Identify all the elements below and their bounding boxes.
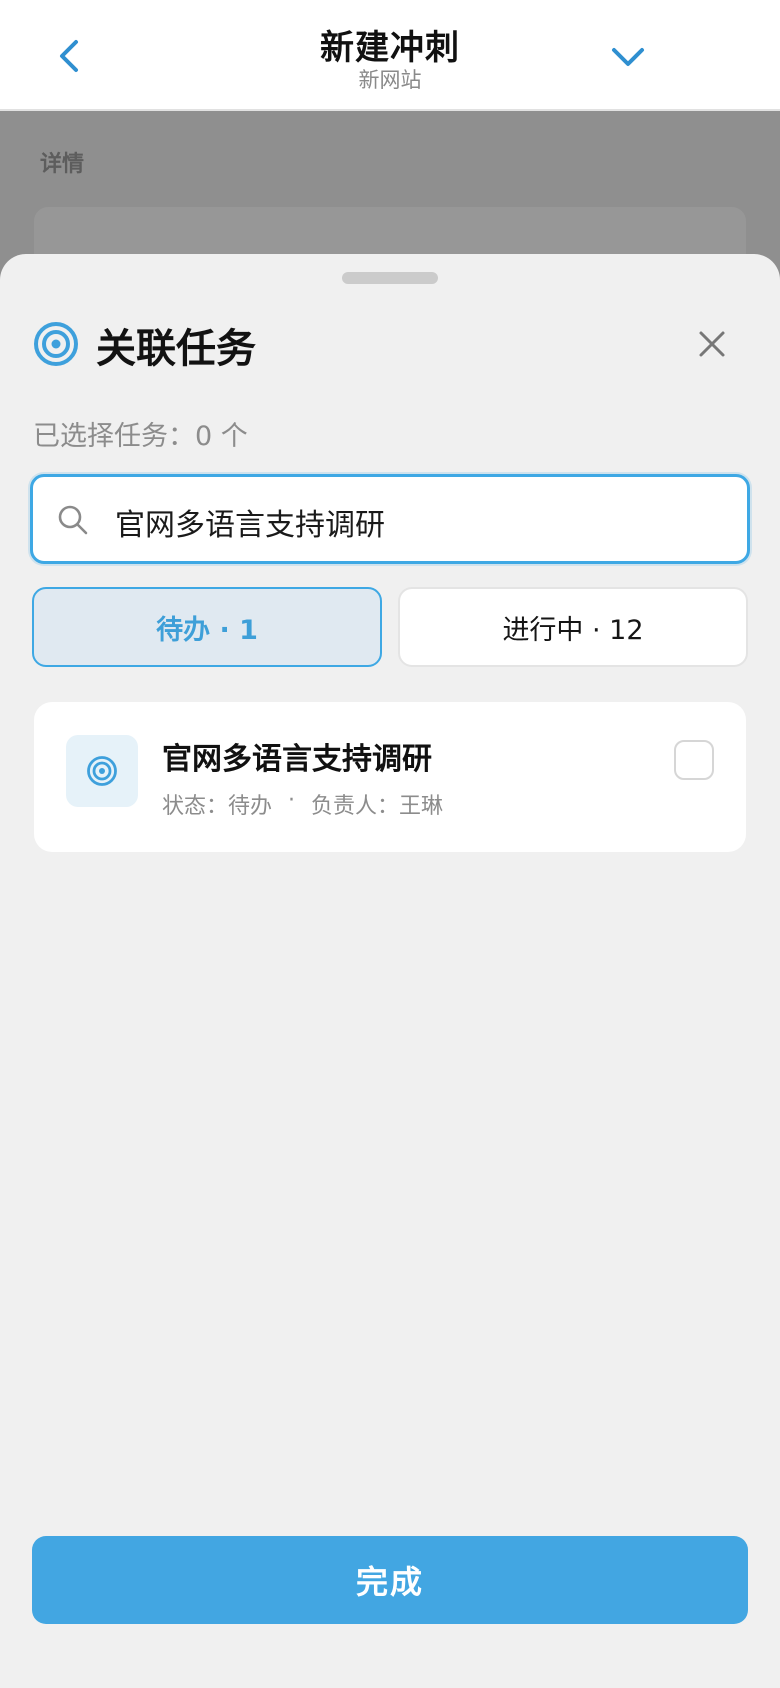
target-icon (34, 322, 78, 366)
top-nav-bar: 新建冲刺 新网站 (0, 0, 780, 111)
selected-count-text: 已选择任务：0 个 (33, 421, 248, 452)
tab-in-progress[interactable]: 进行中 · 12 (398, 587, 748, 667)
search-input[interactable]: 官网多语言支持调研 (30, 474, 750, 564)
search-input-value[interactable]: 官网多语言支持调研 (115, 500, 385, 544)
task-meta-separator: · (288, 788, 296, 813)
task-meta: 状态：待办 · 负责人：王琳 (162, 788, 443, 820)
close-icon[interactable] (696, 328, 728, 360)
sheet-drag-handle[interactable] (342, 272, 438, 284)
sheet-title: 关联任务 (96, 326, 256, 372)
link-task-sheet: 关联任务 已选择任务：0 个 官网多语言支持调研 待办 · 1 进行中 · 12 (0, 254, 780, 1688)
page-title: 新建冲刺 (320, 28, 460, 68)
chevron-down-icon[interactable] (608, 38, 648, 78)
task-list-item[interactable]: 官网多语言支持调研 状态：待办 · 负责人：王琳 (34, 702, 746, 852)
done-button[interactable]: 完成 (32, 1536, 748, 1624)
tab-todo[interactable]: 待办 · 1 (32, 587, 382, 667)
page-subtitle: 新网站 (358, 68, 422, 92)
search-icon (58, 505, 88, 535)
app-root: 新建冲刺 新网站 详情 关联任务 已选择任务：0 个 官网多语言支持调研 待办 … (0, 0, 780, 1688)
details-section-label: 详情 (40, 152, 85, 177)
task-assignee: 负责人：王琳 (311, 794, 444, 819)
target-icon (87, 756, 117, 786)
task-name: 官网多语言支持调研 (162, 742, 432, 777)
task-status: 状态：待办 (162, 794, 273, 819)
task-icon-container (66, 735, 138, 807)
task-checkbox[interactable] (674, 740, 714, 780)
